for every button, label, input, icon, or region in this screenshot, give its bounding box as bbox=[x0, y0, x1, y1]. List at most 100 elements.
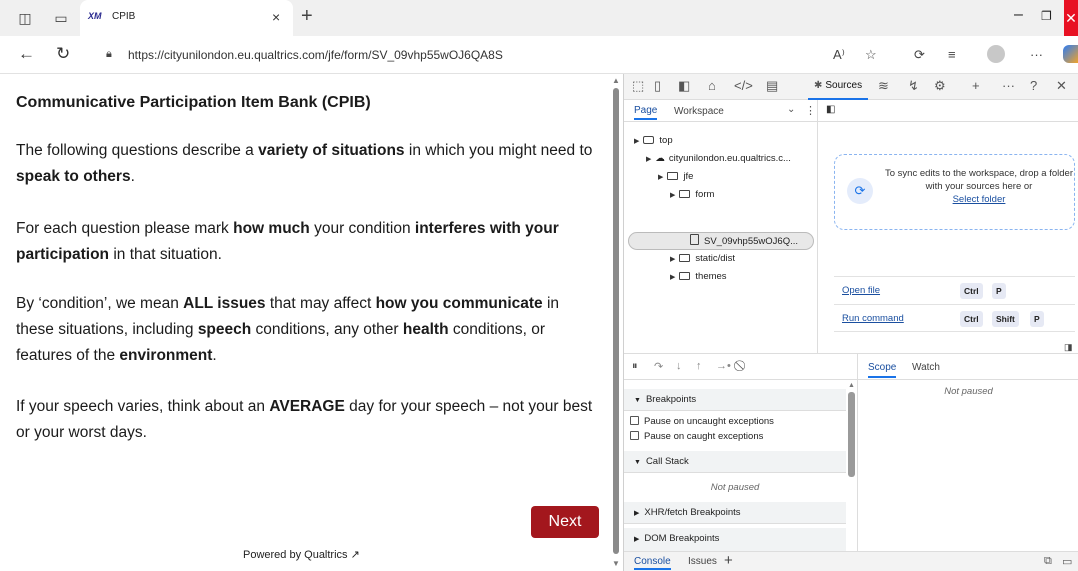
pause-icon[interactable]: ⏸ bbox=[632, 360, 638, 373]
browser-tab[interactable]: XM CPIB × bbox=[80, 0, 293, 36]
step-out-icon[interactable]: ↑ bbox=[696, 360, 702, 372]
section-title: Call Stack bbox=[645, 456, 689, 467]
folder-icon bbox=[667, 172, 679, 180]
tab-actions-icon[interactable]: ▭ bbox=[52, 9, 70, 27]
profile-avatar[interactable] bbox=[987, 45, 1005, 63]
console-icon[interactable]: ▤ bbox=[766, 79, 778, 93]
tree-item-top[interactable]: ▶ top bbox=[634, 134, 673, 149]
chevron-down-icon[interactable]: ⌄ bbox=[787, 104, 795, 115]
devtools-drawer: Console Issues + ⧉ ▭ bbox=[624, 551, 1078, 571]
drawer-tab-console[interactable]: Console bbox=[634, 556, 671, 570]
kbd-key: Ctrl bbox=[960, 283, 983, 299]
navigator-more-icon[interactable]: ⋮ bbox=[805, 104, 816, 117]
tree-item-jfe[interactable]: ▶ jfe bbox=[658, 170, 693, 185]
close-window-button[interactable]: ✕ bbox=[1064, 0, 1078, 36]
open-file-row: Open file Ctrl P bbox=[834, 276, 1075, 304]
step-icon[interactable]: →• bbox=[716, 360, 731, 372]
scroll-thumb[interactable] bbox=[613, 88, 619, 554]
folder-icon bbox=[679, 254, 691, 262]
inspect-element-icon[interactable]: ⬚ bbox=[632, 79, 644, 93]
tab-scope[interactable]: Scope bbox=[868, 362, 897, 378]
elements-icon[interactable]: </> bbox=[734, 79, 753, 93]
text: For each question please mark bbox=[16, 220, 234, 237]
help-icon[interactable]: ? bbox=[1030, 79, 1037, 93]
tab-sources[interactable]: ✱ Sources bbox=[808, 74, 869, 100]
text: . bbox=[130, 168, 135, 185]
device-emulation-icon[interactable]: ▯ bbox=[654, 79, 661, 93]
kbd-key: Shift bbox=[992, 311, 1019, 327]
checkbox[interactable] bbox=[630, 431, 639, 440]
site-info-icon[interactable]: 🔒︎ bbox=[106, 48, 112, 61]
scroll-up-icon[interactable]: ▲ bbox=[848, 382, 855, 389]
expand-arrow-icon: ▶ bbox=[634, 536, 640, 543]
text: By ‘condition’, we mean bbox=[16, 295, 184, 312]
dock-drawer-icon[interactable]: ⧉ bbox=[1044, 555, 1052, 568]
emphasis: environment bbox=[119, 347, 213, 364]
xhr-breakpoints-section[interactable]: ▶ XHR/fetch Breakpoints bbox=[624, 502, 846, 524]
breakpoints-section[interactable]: ▼ Breakpoints bbox=[624, 389, 846, 411]
step-over-icon[interactable]: ↷ bbox=[654, 360, 663, 373]
more-tools-add-icon[interactable]: + bbox=[972, 79, 980, 93]
next-button[interactable]: Next bbox=[531, 506, 599, 538]
text: conditions, any other bbox=[251, 321, 403, 338]
pause-caught-option[interactable]: Pause on caught exceptions bbox=[630, 431, 763, 443]
call-stack-section[interactable]: ▼ Call Stack bbox=[624, 451, 846, 473]
debugger-scroll-thumb[interactable] bbox=[848, 392, 855, 477]
restore-button[interactable]: ❐ bbox=[1041, 9, 1052, 23]
browser-title-bar: ◫ ▭ XM CPIB × + – ❐ ✕ bbox=[0, 0, 1078, 36]
tab-page[interactable]: Page bbox=[634, 105, 658, 120]
folder-icon bbox=[679, 190, 691, 198]
tab-close-button[interactable]: × bbox=[272, 9, 280, 25]
expand-arrow-icon: ▶ bbox=[658, 174, 664, 181]
performance-icon[interactable]: ↯ bbox=[908, 79, 919, 93]
favorites-list-icon[interactable]: ≡ bbox=[948, 47, 956, 62]
call-stack-status: Not paused bbox=[710, 482, 760, 493]
dock-side-icon[interactable]: ◧ bbox=[678, 79, 690, 93]
workspaces-icon[interactable]: ◫ bbox=[16, 9, 34, 27]
scroll-up-icon[interactable]: ▲ bbox=[612, 76, 620, 85]
run-command-link[interactable]: Run command bbox=[842, 313, 904, 324]
scroll-down-icon[interactable]: ▼ bbox=[612, 559, 620, 568]
checkbox[interactable] bbox=[630, 416, 639, 425]
refresh-icon[interactable]: ↻ bbox=[56, 44, 70, 64]
minimize-button[interactable]: – bbox=[1014, 6, 1023, 24]
devtools-more-icon[interactable]: ··· bbox=[1002, 79, 1015, 93]
file-icon bbox=[690, 234, 699, 245]
expand-arrow-icon: ▶ bbox=[670, 274, 676, 281]
page-scrollbar[interactable]: ▲ ▼ bbox=[610, 74, 623, 571]
new-tab-button[interactable]: + bbox=[301, 6, 313, 26]
tree-item-form[interactable]: ▶ form bbox=[670, 188, 714, 203]
tab-watch[interactable]: Watch bbox=[912, 362, 940, 373]
copilot-icon[interactable] bbox=[1063, 45, 1078, 63]
back-arrow-icon[interactable]: ← bbox=[18, 44, 35, 64]
text: If your speech varies, think about an bbox=[16, 398, 270, 415]
select-folder-link[interactable]: Select folder bbox=[953, 194, 1006, 205]
network-icon[interactable]: ≋ bbox=[878, 79, 889, 93]
step-into-icon[interactable]: ↓ bbox=[676, 360, 682, 372]
tab-workspace[interactable]: Workspace bbox=[674, 106, 724, 117]
extensions-icon[interactable]: ⟳ bbox=[914, 47, 925, 63]
pause-uncaught-option[interactable]: Pause on uncaught exceptions bbox=[630, 416, 774, 428]
dom-breakpoints-section[interactable]: ▶ DOM Breakpoints bbox=[624, 528, 846, 552]
more-menu-icon[interactable]: ··· bbox=[1030, 47, 1043, 62]
toggle-sidebar-icon[interactable]: ◧ bbox=[826, 104, 835, 115]
drawer-add-tab-button[interactable]: + bbox=[724, 552, 733, 569]
settings-gear-icon[interactable]: ⚙ bbox=[934, 79, 946, 93]
open-file-link[interactable]: Open file bbox=[842, 285, 880, 296]
powered-by-link[interactable]: Powered by Qualtrics ↗ bbox=[243, 548, 360, 561]
tree-item-static[interactable]: ▶ static/dist bbox=[670, 252, 735, 267]
instruction-paragraph: For each question please mark how much y… bbox=[16, 216, 601, 268]
emphasis: variety of situations bbox=[258, 142, 405, 159]
devtools-close-icon[interactable]: ✕ bbox=[1056, 79, 1067, 93]
tree-item-domain[interactable]: ▶ ☁︎ cityunilondon.eu.qualtrics.c... bbox=[646, 152, 791, 167]
read-aloud-icon[interactable]: A⁾ bbox=[833, 47, 845, 63]
toggle-debugger-icon[interactable]: ◨ bbox=[1064, 342, 1073, 353]
close-drawer-icon[interactable]: ▭ bbox=[1062, 555, 1072, 568]
url-field[interactable]: 🔒︎ https://cityunilondon.eu.qualtrics.co… bbox=[92, 41, 940, 69]
favorite-star-icon[interactable]: ☆ bbox=[865, 47, 877, 63]
tree-item-themes[interactable]: ▶ themes bbox=[670, 270, 727, 285]
welcome-home-icon[interactable]: ⌂ bbox=[708, 79, 716, 93]
tree-item-file[interactable]: SV_09vhp55wOJ6Q... bbox=[690, 234, 798, 249]
drawer-tab-issues[interactable]: Issues bbox=[688, 556, 717, 567]
workspace-drop-zone[interactable]: ⟳ To sync edits to the workspace, drop a… bbox=[834, 154, 1075, 230]
